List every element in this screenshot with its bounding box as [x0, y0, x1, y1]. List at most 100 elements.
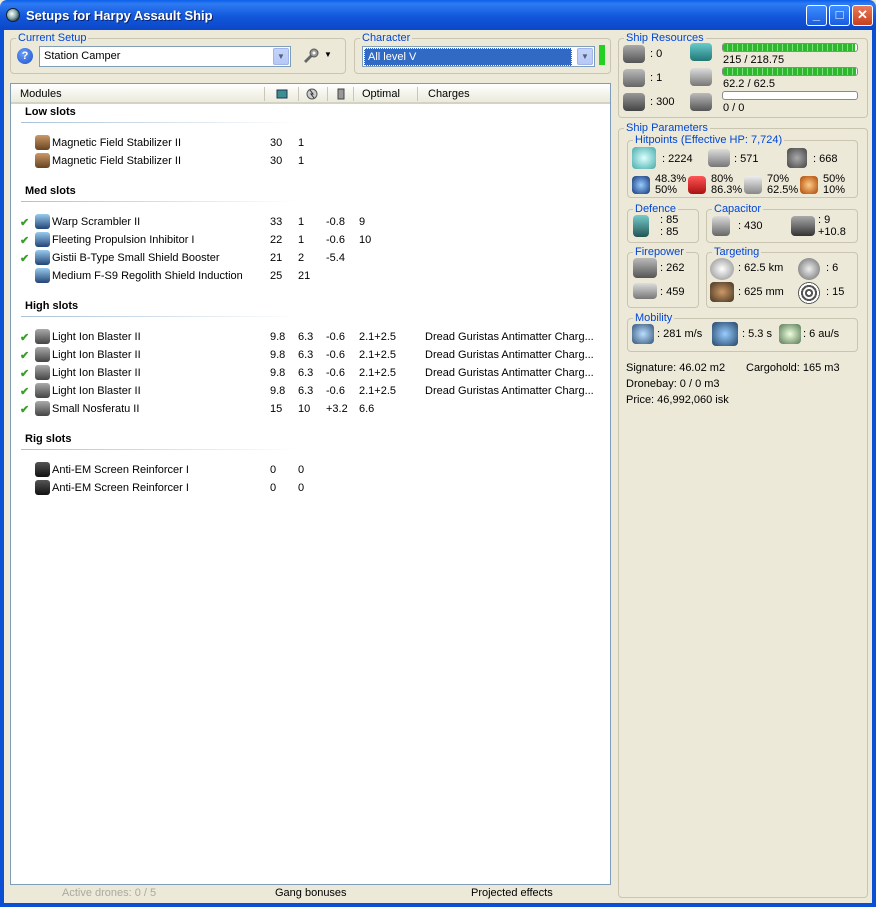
turret-dps-icon	[633, 258, 657, 278]
module-optimal: 2.1+2.5	[359, 367, 397, 379]
module-name: Warp Scrambler II	[52, 216, 141, 228]
module-row[interactable]: Anti-EM Screen Reinforcer I 0 0	[11, 479, 610, 497]
module-icon	[35, 383, 50, 398]
module-cpu: 9.8	[270, 349, 286, 361]
setup-select[interactable]: Station Camper ▼	[39, 46, 291, 67]
slot-separator	[21, 122, 301, 123]
module-charges: Dread Guristas Antimatter Charg...	[425, 385, 594, 397]
em-resist-icon	[632, 176, 650, 194]
module-name: Anti-EM Screen Reinforcer I	[52, 482, 189, 494]
module-name: Fleeting Propulsion Inhibitor I	[52, 234, 195, 246]
active-check-icon[interactable]: ✔	[20, 216, 29, 229]
active-check-icon[interactable]: ✔	[20, 331, 29, 344]
slot-separator	[21, 201, 301, 202]
module-icon	[35, 329, 50, 344]
module-row[interactable]: ✔ Small Nosferatu II 15 10 +3.2 6.6	[11, 400, 610, 418]
module-row[interactable]: ✔ Light Ion Blaster II 9.8 6.3 -0.6 2.1+2.5 Dr…	[11, 328, 610, 346]
high-slots-title: High slots	[25, 300, 79, 312]
scan-resolution: : 625 mm	[738, 286, 784, 298]
column-optimal[interactable]: Optimal	[362, 88, 400, 100]
module-pg: 6.3	[298, 331, 314, 343]
window-frame-left	[0, 30, 4, 907]
module-optimal: 2.1+2.5	[359, 349, 397, 361]
capacitor-value-2: +10.8	[818, 226, 846, 238]
defence-value-2: : 85	[660, 226, 679, 238]
module-charges: Dread Guristas Antimatter Charg...	[425, 331, 594, 343]
module-row[interactable]: ✔ Light Ion Blaster II 9.8 6.3 -0.6 2.1+2.5 Dr…	[11, 364, 610, 382]
modules-panel[interactable]: Modules Optimal Charges Low slots Magneti…	[10, 83, 611, 885]
module-cpu: 15	[270, 403, 283, 415]
module-row[interactable]: Magnetic Field Stabilizer II 30 1	[11, 134, 610, 152]
maximize-button[interactable]: □	[829, 5, 850, 26]
module-pg: 1	[298, 216, 305, 228]
active-check-icon[interactable]: ✔	[20, 385, 29, 398]
sensor-strength-icon	[798, 282, 820, 304]
defence-icon	[633, 215, 649, 237]
calibration-icon	[623, 93, 645, 111]
module-name: Light Ion Blaster II	[52, 349, 141, 361]
close-button[interactable]: ✕	[852, 5, 873, 26]
align-time-icon	[712, 322, 738, 346]
med-slots-title: Med slots	[25, 185, 76, 197]
velocity-icon	[632, 324, 654, 344]
module-row[interactable]: ✔ Warp Scrambler II 33 1 -0.8 9	[11, 213, 610, 231]
active-check-icon[interactable]: ✔	[20, 349, 29, 362]
volley-damage: : 459	[660, 286, 685, 298]
kinetic-resist-armor: 62.5%	[767, 184, 799, 196]
active-check-icon[interactable]: ✔	[20, 367, 29, 380]
module-pg: 6.3	[298, 349, 314, 361]
module-cpu: 9.8	[270, 367, 286, 379]
column-charges[interactable]: Charges	[428, 88, 470, 100]
module-optimal: 2.1+2.5	[359, 331, 397, 343]
active-check-icon[interactable]: ✔	[20, 234, 29, 247]
module-name: Light Ion Blaster II	[52, 367, 141, 379]
module-row[interactable]: ✔ Fleeting Propulsion Inhibitor I 22 1 -0.6 1…	[11, 231, 610, 249]
module-cap: -0.6	[326, 349, 345, 361]
module-cap: -5.4	[326, 252, 345, 264]
help-icon[interactable]: ?	[17, 48, 33, 64]
column-modules[interactable]: Modules	[20, 88, 62, 100]
thermal-resist-armor: 86.3%	[711, 184, 743, 196]
module-row[interactable]: ✔ Light Ion Blaster II 9.8 6.3 -0.6 2.1+2.5 Dr…	[11, 346, 610, 364]
module-name: Medium F-S9 Regolith Shield Induction	[52, 270, 243, 282]
drone-bandwidth-value: 0 / 0	[723, 102, 745, 114]
module-row[interactable]: Magnetic Field Stabilizer II 30 1	[11, 152, 610, 170]
setup-select-value: Station Camper	[44, 50, 121, 62]
armor-hp: : 571	[734, 153, 759, 165]
module-row[interactable]: ✔ Gistii B-Type Small Shield Booster 21 2 -5…	[11, 249, 610, 267]
calibration: : 300	[650, 96, 675, 108]
mobility-label: Mobility	[633, 312, 675, 324]
ship-parameters-label: Ship Parameters	[624, 122, 710, 134]
powergrid-column-icon[interactable]	[305, 87, 319, 104]
chevron-down-icon[interactable]: ▼	[273, 48, 289, 65]
cpu-value: 215 / 218.75	[723, 54, 785, 66]
module-name: Small Nosferatu II	[52, 403, 140, 415]
tab-active-drones[interactable]: Active drones: 0 / 5	[62, 887, 156, 899]
cargohold: Cargohold: 165 m3	[746, 362, 840, 374]
module-row[interactable]: Medium F-S9 Regolith Shield Induction 25 2…	[11, 267, 610, 285]
tab-projected-effects[interactable]: Projected effects	[471, 887, 553, 899]
tab-gang-bonuses[interactable]: Gang bonuses	[275, 887, 347, 899]
module-row[interactable]: Anti-EM Screen Reinforcer I 0 0	[11, 461, 610, 479]
current-setup-label: Current Setup	[16, 32, 89, 44]
active-check-icon[interactable]: ✔	[20, 252, 29, 265]
module-optimal: 2.1+2.5	[359, 385, 397, 397]
module-cpu: 0	[270, 464, 277, 476]
module-cpu: 9.8	[270, 385, 286, 397]
module-icon	[35, 462, 50, 477]
structure-icon	[787, 148, 807, 168]
signature-radius: Signature: 46.02 m2	[626, 362, 726, 374]
module-row[interactable]: ✔ Light Ion Blaster II 9.8 6.3 -0.6 2.1+2.5 Dr…	[11, 382, 610, 400]
chevron-down-icon[interactable]: ▼	[577, 48, 593, 65]
title-bar[interactable]: Setups for Harpy Assault Ship _ □ ✕	[0, 0, 876, 30]
firepower-label: Firepower	[633, 246, 686, 258]
max-velocity: : 281 m/s	[657, 328, 703, 340]
minimize-button[interactable]: _	[806, 5, 827, 26]
capacitor-column-icon[interactable]	[334, 87, 348, 104]
character-select[interactable]: All level V ▼	[362, 46, 595, 67]
cpu-column-icon[interactable]	[275, 87, 289, 104]
kinetic-resist-icon	[744, 176, 762, 194]
setup-options-button[interactable]: ▼	[302, 48, 334, 66]
active-check-icon[interactable]: ✔	[20, 403, 29, 416]
powergrid-bar	[722, 67, 858, 76]
